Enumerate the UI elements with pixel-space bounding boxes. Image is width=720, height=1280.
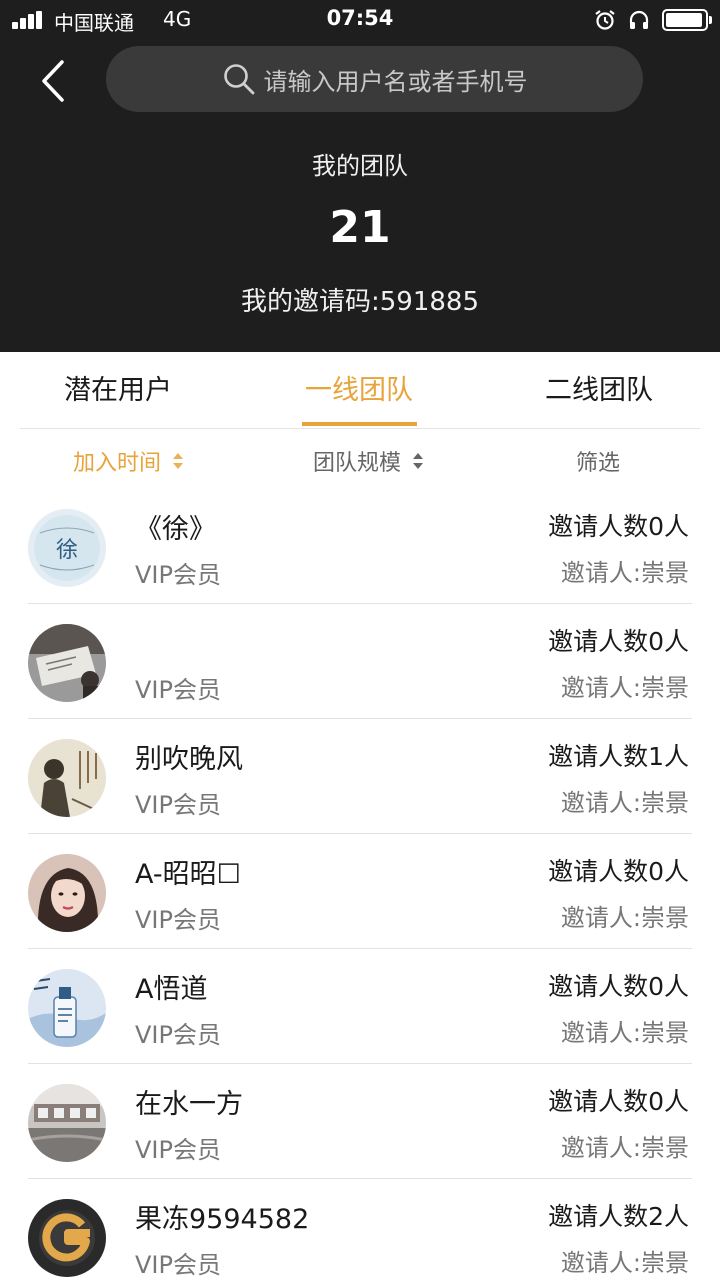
inviter: 邀请人:崇景: [560, 1134, 689, 1162]
member-name: A悟道: [135, 974, 208, 1005]
sort-team-size-button[interactable]: 团队规模: [313, 445, 424, 477]
search-input[interactable]: 请输入用户名或者手机号: [106, 46, 643, 112]
invite-count: 邀请人数0人: [548, 857, 689, 886]
filter-label: 筛选: [576, 451, 621, 476]
member-name: A-昭昭☐: [135, 859, 241, 890]
inviter: 邀请人:崇景: [560, 1249, 689, 1277]
member-name: 果冻9594582: [135, 1204, 310, 1235]
inviter: 邀请人:崇景: [560, 904, 689, 932]
list-item[interactable]: 在水一方 VIP会员 邀请人数0人 邀请人:崇景: [0, 1064, 720, 1179]
inviter: 邀请人:崇景: [560, 789, 689, 817]
member-level: VIP会员: [135, 676, 221, 704]
avatar: [28, 1199, 106, 1277]
member-level: VIP会员: [135, 1251, 221, 1279]
member-name: 《徐》: [135, 514, 216, 545]
list-item[interactable]: 果冻9594582 VIP会员 邀请人数2人 邀请人:崇景: [0, 1179, 720, 1280]
member-name: 别吹晚风: [135, 744, 243, 775]
alarm-icon: [595, 10, 615, 30]
list-item[interactable]: A-昭昭☐ VIP会员 邀请人数0人 邀请人:崇景: [0, 834, 720, 949]
list-item[interactable]: 徐 《徐》 VIP会员 邀请人数0人 邀请人:崇景: [0, 489, 720, 604]
avatar: [28, 969, 106, 1047]
member-level: VIP会员: [135, 791, 221, 819]
avatar: [28, 739, 106, 817]
sort-icon: [413, 452, 424, 470]
team-title: 我的团队: [312, 152, 408, 180]
invite-count: 邀请人数0人: [548, 627, 689, 656]
member-level: VIP会员: [135, 906, 221, 934]
inviter: 邀请人:崇景: [560, 559, 689, 587]
team-count: 21: [329, 202, 391, 253]
invite-code: 我的邀请码:591885: [240, 287, 479, 317]
avatar: [28, 1084, 106, 1162]
invite-count: 邀请人数1人: [548, 742, 689, 771]
search-placeholder: 请输入用户名或者手机号: [263, 67, 528, 96]
avatar: [28, 854, 106, 932]
header: 中国联通 4G 07:54 请输入用户名或者手机号 我的团队 21 我的邀请码:…: [0, 0, 720, 352]
sort-icon: [173, 452, 184, 470]
search-icon: [223, 64, 254, 95]
invite-count: 邀请人数2人: [548, 1202, 689, 1231]
member-level: VIP会员: [135, 1021, 221, 1049]
inviter: 邀请人:崇景: [560, 1019, 689, 1047]
invite-count: 邀请人数0人: [548, 1087, 689, 1116]
tab-bar: 潜在用户 一线团队 二线团队: [0, 352, 720, 429]
list-item[interactable]: 别吹晚风 VIP会员 邀请人数1人 邀请人:崇景: [0, 719, 720, 834]
sort-join-time-button[interactable]: 加入时间: [73, 445, 184, 477]
filter-bar: 加入时间 团队规模 筛选: [0, 429, 720, 489]
invite-count: 邀请人数0人: [548, 512, 689, 541]
status-bar: 中国联通 4G 07:54: [0, 0, 720, 40]
filter-button[interactable]: 筛选: [576, 445, 620, 477]
member-name: 在水一方: [135, 1089, 243, 1120]
back-button[interactable]: [30, 56, 76, 106]
avatar: [28, 624, 106, 702]
status-icons: [594, 8, 712, 32]
chevron-left-icon: [42, 60, 64, 102]
battery-icon: [662, 9, 712, 31]
sort-join-time-label: 加入时间: [73, 451, 162, 476]
tab-potential-users[interactable]: 潜在用户: [28, 368, 208, 416]
member-list: 徐 《徐》 VIP会员 邀请人数0人 邀请人:崇景 VIP会员 邀请人数0人 邀…: [0, 489, 720, 1280]
member-level: VIP会员: [135, 1136, 221, 1164]
invite-count: 邀请人数0人: [548, 972, 689, 1001]
avatar: 徐: [28, 509, 106, 587]
headphones-icon: [629, 10, 649, 29]
tab-second-line-team[interactable]: 二线团队: [509, 368, 689, 416]
list-item[interactable]: A悟道 VIP会员 邀请人数0人 邀请人:崇景: [0, 949, 720, 1064]
inviter: 邀请人:崇景: [560, 674, 689, 702]
list-item[interactable]: VIP会员 邀请人数0人 邀请人:崇景: [0, 604, 720, 719]
active-tab-indicator: [302, 422, 417, 426]
member-level: VIP会员: [135, 561, 221, 589]
svg-text:徐: 徐: [56, 538, 78, 563]
sort-team-size-label: 团队规模: [313, 451, 402, 476]
tab-first-line-team[interactable]: 一线团队: [269, 368, 449, 416]
